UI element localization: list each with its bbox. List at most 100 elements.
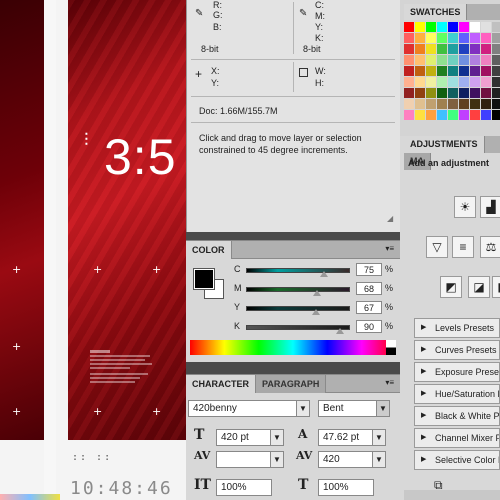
- swatch[interactable]: [459, 110, 469, 120]
- swatch[interactable]: [459, 33, 469, 43]
- swatch[interactable]: [437, 66, 447, 76]
- swatch[interactable]: [404, 88, 414, 98]
- swatch[interactable]: [437, 22, 447, 32]
- levels-icon[interactable]: ▟: [480, 196, 500, 218]
- tab-adjustments[interactable]: ADJUSTMENTS: [404, 136, 485, 153]
- swatch[interactable]: [437, 55, 447, 65]
- kerning-field[interactable]: [216, 451, 272, 468]
- swatch[interactable]: [481, 55, 491, 65]
- swatch[interactable]: [404, 66, 414, 76]
- swatch[interactable]: [426, 55, 436, 65]
- panel-menu-icon[interactable]: ▾≡: [385, 244, 394, 253]
- swatch[interactable]: [492, 99, 500, 109]
- channel-k-slider[interactable]: [246, 325, 350, 330]
- channel-m-slider[interactable]: [246, 287, 350, 292]
- disclosure-triangle-icon[interactable]: ▶: [421, 363, 426, 381]
- hue-saturation-icon[interactable]: ≡: [452, 236, 474, 258]
- font-style-field[interactable]: Bent: [318, 400, 378, 417]
- swatch[interactable]: [448, 110, 458, 120]
- channel-y-thumb[interactable]: [311, 309, 320, 315]
- swatch[interactable]: [459, 88, 469, 98]
- swatch[interactable]: [404, 44, 414, 54]
- leading-dropdown[interactable]: ▼: [372, 429, 386, 446]
- swatch[interactable]: [470, 110, 480, 120]
- panel-menu-icon[interactable]: ▾≡: [385, 378, 394, 387]
- swatch[interactable]: [437, 44, 447, 54]
- swatch[interactable]: [404, 110, 414, 120]
- swatch[interactable]: [437, 88, 447, 98]
- swatch[interactable]: [470, 99, 480, 109]
- swatch[interactable]: [448, 66, 458, 76]
- disclosure-triangle-icon[interactable]: ▶: [421, 385, 426, 403]
- swatch[interactable]: [448, 44, 458, 54]
- swatch[interactable]: [415, 77, 425, 87]
- swatch[interactable]: [481, 66, 491, 76]
- font-size-dropdown[interactable]: ▼: [270, 429, 284, 446]
- swatch[interactable]: [470, 88, 480, 98]
- preset-row[interactable]: ▶ Black & White Presets: [414, 406, 500, 426]
- swatch[interactable]: [459, 44, 469, 54]
- channel-k-value[interactable]: 90: [356, 320, 382, 333]
- swatch[interactable]: [415, 88, 425, 98]
- swatch[interactable]: [459, 99, 469, 109]
- font-style-dropdown[interactable]: ▼: [376, 400, 390, 417]
- swatch[interactable]: [459, 77, 469, 87]
- swatch[interactable]: [459, 22, 469, 32]
- swatch[interactable]: [481, 99, 491, 109]
- swatch[interactable]: [492, 22, 500, 32]
- swatch[interactable]: [470, 33, 480, 43]
- channel-c-slider[interactable]: [246, 268, 350, 273]
- swatch[interactable]: [437, 110, 447, 120]
- swatch[interactable]: [481, 44, 491, 54]
- disclosure-triangle-icon[interactable]: ▶: [421, 429, 426, 447]
- color-balance-icon[interactable]: ⚖: [480, 236, 500, 258]
- vibrance-icon[interactable]: ▽: [426, 236, 448, 258]
- font-size-field[interactable]: 420 pt: [216, 429, 272, 446]
- swatch[interactable]: [459, 66, 469, 76]
- preset-row[interactable]: ▶ Exposure Presets: [414, 362, 500, 382]
- swatch[interactable]: [437, 33, 447, 43]
- swatch[interactable]: [437, 99, 447, 109]
- preset-row[interactable]: ▶ Channel Mixer Presets: [414, 428, 500, 448]
- swatch[interactable]: [404, 99, 414, 109]
- swatch[interactable]: [492, 33, 500, 43]
- swatch[interactable]: [426, 99, 436, 109]
- swatch[interactable]: [492, 110, 500, 120]
- preset-row[interactable]: ▶ Hue/Saturation Presets: [414, 384, 500, 404]
- swatch[interactable]: [404, 33, 414, 43]
- threshold-icon[interactable]: ◧: [492, 276, 500, 298]
- swatch[interactable]: [470, 22, 480, 32]
- swatch[interactable]: [415, 110, 425, 120]
- swatch[interactable]: [448, 77, 458, 87]
- swatch[interactable]: [415, 22, 425, 32]
- swatch[interactable]: [481, 33, 491, 43]
- disclosure-triangle-icon[interactable]: ▶: [421, 451, 426, 469]
- swatch[interactable]: [481, 110, 491, 120]
- foreground-color-swatch[interactable]: [193, 268, 215, 290]
- preset-row[interactable]: ▶ Levels Presets: [414, 318, 500, 338]
- swatch[interactable]: [426, 88, 436, 98]
- document-canvas[interactable]: ⫶ 3:5 + + + + + + + :: :: 10:48:46: [0, 0, 186, 500]
- invert-icon[interactable]: ◩: [440, 276, 462, 298]
- kerning-dropdown[interactable]: ▼: [270, 451, 284, 468]
- tab-paragraph[interactable]: PARAGRAPH: [256, 375, 327, 393]
- preset-row[interactable]: ▶ Selective Color Presets: [414, 450, 500, 470]
- swatch[interactable]: [426, 33, 436, 43]
- swatch[interactable]: [415, 66, 425, 76]
- disclosure-triangle-icon[interactable]: ▶: [421, 319, 426, 337]
- swatch[interactable]: [415, 99, 425, 109]
- tracking-field[interactable]: 420: [318, 451, 374, 468]
- swatch[interactable]: [448, 22, 458, 32]
- swatch[interactable]: [470, 44, 480, 54]
- tab-swatches[interactable]: SWATCHES: [404, 4, 468, 20]
- channel-y-slider[interactable]: [246, 306, 350, 311]
- swatch[interactable]: [492, 77, 500, 87]
- disclosure-triangle-icon[interactable]: ▶: [421, 341, 426, 359]
- swatch[interactable]: [470, 66, 480, 76]
- preset-row[interactable]: ▶ Curves Presets: [414, 340, 500, 360]
- swatch[interactable]: [415, 44, 425, 54]
- tab-color[interactable]: COLOR: [186, 241, 232, 259]
- swatch[interactable]: [404, 55, 414, 65]
- channel-y-value[interactable]: 67: [356, 301, 382, 314]
- swatch[interactable]: [492, 88, 500, 98]
